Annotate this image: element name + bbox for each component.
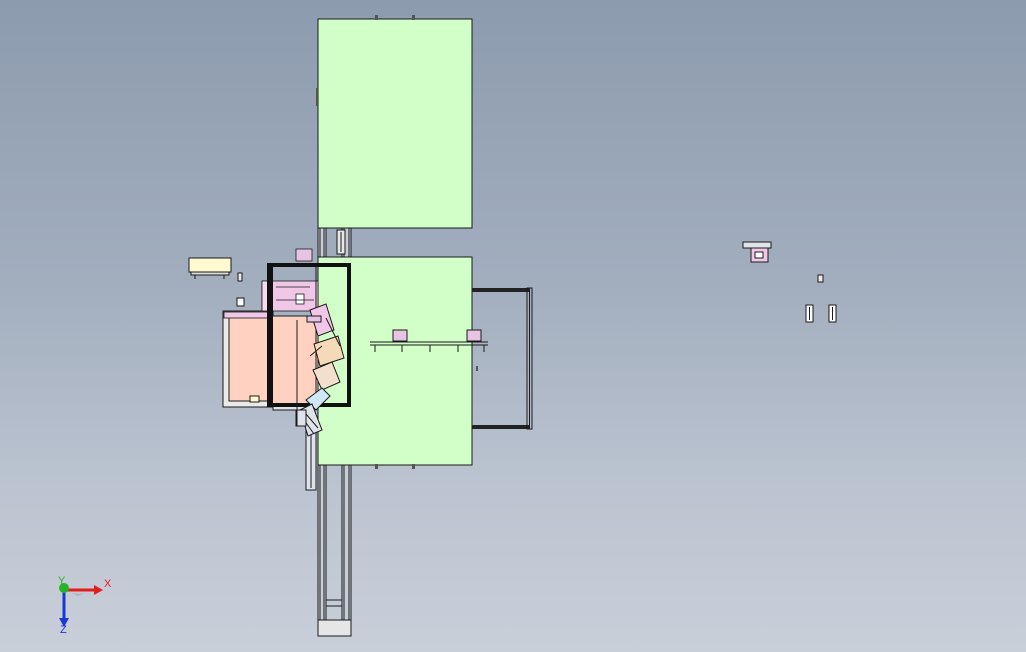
right-frame [472,287,533,430]
upper-panel [317,18,473,229]
cad-viewport[interactable]: X Y Z [0,0,1026,652]
loose-parts [742,241,837,323]
coordinate-triad: X Y Z [58,575,112,636]
y-axis-label: Y [58,575,66,587]
feeder-module [188,257,245,307]
x-axis-label: X [104,578,112,590]
lower-panel [317,256,473,466]
z-axis-label: Z [60,624,67,636]
